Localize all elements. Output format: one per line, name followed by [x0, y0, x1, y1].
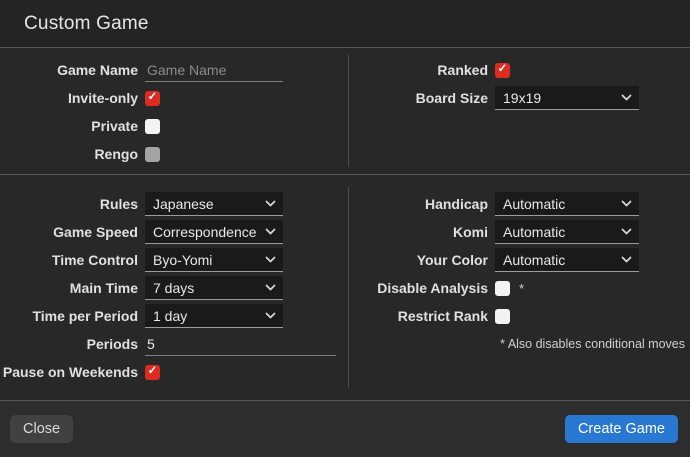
rengo-row: Rengo	[0, 140, 348, 168]
main-time-label: Main Time	[0, 280, 145, 296]
basic-settings-section: Game Name Invite-only ✓ Private Rengo Ra…	[0, 48, 690, 174]
invite-only-row: Invite-only ✓	[0, 84, 348, 112]
komi-label: Komi	[348, 224, 495, 240]
time-per-period-select[interactable]: 1 day	[145, 304, 283, 328]
checkmark-icon: ✓	[498, 64, 508, 76]
disable-analysis-label: Disable Analysis	[348, 280, 495, 296]
private-checkbox[interactable]	[145, 119, 160, 134]
komi-value: Automatic	[503, 224, 565, 240]
your-color-row: Your Color Automatic	[348, 246, 690, 274]
dialog-footer: Close Create Game	[0, 400, 690, 457]
basic-right-column: Ranked ✓ Board Size 19x19	[348, 56, 690, 174]
disable-analysis-asterisk: *	[519, 281, 524, 296]
rules-value: Japanese	[153, 196, 214, 212]
game-speed-label: Game Speed	[0, 224, 145, 240]
time-control-select[interactable]: Byo-Yomi	[145, 248, 283, 272]
restrict-rank-row: Restrict Rank	[348, 302, 690, 330]
chevron-down-icon	[621, 256, 632, 263]
create-game-button[interactable]: Create Game	[565, 415, 678, 443]
chevron-down-icon	[621, 228, 632, 235]
pause-on-weekends-checkbox[interactable]: ✓	[145, 365, 160, 380]
game-name-input[interactable]	[145, 59, 283, 82]
private-label: Private	[0, 118, 145, 134]
periods-input[interactable]	[145, 333, 336, 356]
ranked-label: Ranked	[348, 62, 495, 78]
checkmark-icon: ✓	[148, 366, 158, 378]
chevron-down-icon	[265, 284, 276, 291]
time-control-row: Time Control Byo-Yomi	[0, 246, 348, 274]
dialog-header: Custom Game	[0, 0, 690, 48]
chevron-down-icon	[265, 256, 276, 263]
your-color-select[interactable]: Automatic	[495, 248, 639, 272]
board-size-select[interactable]: 19x19	[495, 86, 639, 110]
chevron-down-icon	[265, 200, 276, 207]
handicap-value: Automatic	[503, 196, 565, 212]
game-name-label: Game Name	[0, 62, 145, 78]
dialog-title: Custom Game	[24, 13, 149, 35]
chevron-down-icon	[621, 200, 632, 207]
ranked-row: Ranked ✓	[348, 56, 690, 84]
chevron-down-icon	[265, 312, 276, 319]
vertical-divider	[348, 187, 349, 388]
main-time-select[interactable]: 7 days	[145, 276, 283, 300]
komi-row: Komi Automatic	[348, 218, 690, 246]
game-speed-row: Game Speed Correspondence	[0, 218, 348, 246]
main-time-row: Main Time 7 days	[0, 274, 348, 302]
rengo-label: Rengo	[0, 146, 145, 162]
vertical-divider	[348, 55, 349, 167]
restrict-rank-label: Restrict Rank	[348, 308, 495, 324]
board-size-value: 19x19	[503, 90, 541, 106]
restrict-rank-checkbox[interactable]	[495, 309, 510, 324]
chevron-down-icon	[621, 94, 632, 101]
checkmark-icon: ✓	[148, 92, 158, 104]
invite-only-label: Invite-only	[0, 90, 145, 106]
disable-analysis-row: Disable Analysis *	[348, 274, 690, 302]
basic-left-column: Game Name Invite-only ✓ Private Rengo	[0, 56, 348, 174]
board-size-row: Board Size 19x19	[348, 84, 690, 112]
rules-label: Rules	[0, 196, 145, 212]
time-settings-column: Rules Japanese Game Speed Correspondence	[0, 190, 348, 400]
handicap-settings-column: Handicap Automatic Komi Automatic	[348, 190, 690, 400]
main-time-value: 7 days	[153, 280, 194, 296]
game-speed-value: Correspondence	[153, 224, 257, 240]
invite-only-checkbox[interactable]: ✓	[145, 91, 160, 106]
rengo-checkbox[interactable]	[145, 147, 160, 162]
komi-select[interactable]: Automatic	[495, 220, 639, 244]
rules-select[interactable]: Japanese	[145, 192, 283, 216]
handicap-select[interactable]: Automatic	[495, 192, 639, 216]
handicap-label: Handicap	[348, 196, 495, 212]
time-per-period-row: Time per Period 1 day	[0, 302, 348, 330]
ranked-checkbox[interactable]: ✓	[495, 63, 510, 78]
time-control-value: Byo-Yomi	[153, 252, 212, 268]
pause-on-weekends-label: Pause on Weekends	[0, 364, 145, 380]
game-name-row: Game Name	[0, 56, 348, 84]
your-color-label: Your Color	[348, 252, 495, 268]
disable-analysis-checkbox[interactable]	[495, 281, 510, 296]
your-color-value: Automatic	[503, 252, 565, 268]
rules-row: Rules Japanese	[0, 190, 348, 218]
private-row: Private	[0, 112, 348, 140]
pause-on-weekends-row: Pause on Weekends ✓	[0, 358, 348, 386]
chevron-down-icon	[265, 228, 276, 235]
periods-row: Periods	[0, 330, 348, 358]
advanced-settings-section: Rules Japanese Game Speed Correspondence	[0, 174, 690, 400]
board-size-label: Board Size	[348, 90, 495, 106]
game-speed-select[interactable]: Correspondence	[145, 220, 283, 244]
close-button[interactable]: Close	[10, 415, 73, 443]
handicap-row: Handicap Automatic	[348, 190, 690, 218]
time-control-label: Time Control	[0, 252, 145, 268]
periods-label: Periods	[0, 336, 145, 352]
time-per-period-label: Time per Period	[0, 308, 145, 324]
conditional-moves-note: * Also disables conditional moves	[348, 337, 690, 351]
custom-game-dialog: Custom Game Game Name Invite-only ✓ Priv…	[0, 0, 690, 457]
time-per-period-value: 1 day	[153, 308, 187, 324]
